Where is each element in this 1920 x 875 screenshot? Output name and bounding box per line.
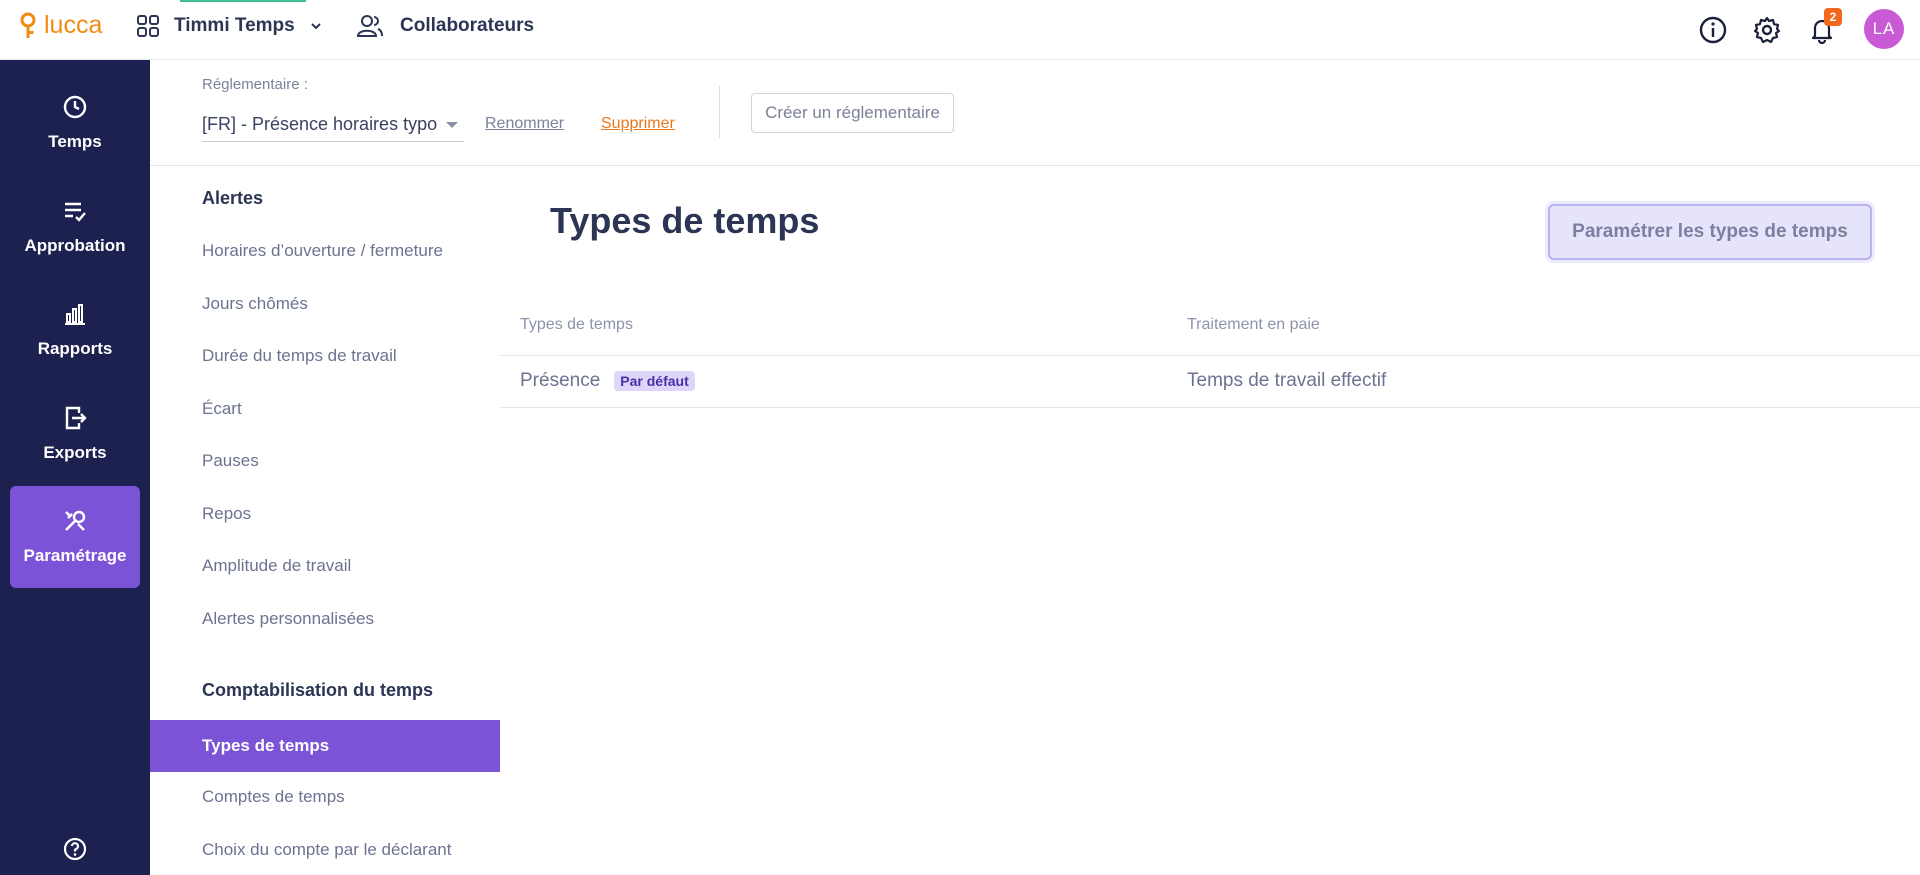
settings-button[interactable]: [1751, 14, 1783, 46]
tools-icon: [65, 510, 86, 531]
time-type-name: Présence: [520, 370, 601, 391]
regulation-select[interactable]: [FR] - Présence horaires typo: [202, 108, 464, 142]
time-types-table: Types de temps Traitement en paie Présen…: [500, 306, 1920, 408]
nav-item-parametrage[interactable]: Paramétrage: [10, 486, 140, 588]
table-header-row: Types de temps Traitement en paie: [500, 306, 1920, 356]
submenu-item-work-duration[interactable]: Durée du temps de travail: [202, 346, 397, 366]
side-navigation: Temps Approbation Rapports Exports Param…: [0, 60, 150, 875]
nav-label-approbation: Approbation: [24, 236, 126, 255]
clock-icon: [63, 95, 87, 119]
info-button[interactable]: [1697, 14, 1729, 46]
section-title-accounting: Comptabilisation du temps: [202, 680, 434, 700]
submenu-item-time-types[interactable]: Types de temps: [150, 720, 500, 772]
delete-link[interactable]: Supprimer: [601, 115, 675, 133]
column-header-payroll-treatment: Traitement en paie: [1187, 316, 1320, 333]
logo-text: lucca: [44, 11, 103, 39]
default-badge: Par défaut: [614, 371, 695, 391]
cell-time-type: Présence Par défaut: [520, 370, 695, 392]
settings-submenu: Alertes Horaires d’ouverture / fermeture…: [150, 166, 500, 875]
table-row[interactable]: Présence Par défaut Temps de travail eff…: [500, 356, 1920, 408]
nav-item-approbation[interactable]: Approbation: [10, 176, 140, 278]
rename-link[interactable]: Renommer: [485, 115, 564, 133]
submenu-item-rest[interactable]: Repos: [202, 504, 251, 524]
gear-icon: [1753, 16, 1781, 44]
help-button[interactable]: [59, 833, 91, 865]
regulation-header: Réglementaire : [FR] - Présence horaires…: [150, 60, 1920, 166]
page-title: Types de temps: [550, 200, 820, 241]
collaborators-label: Collaborateurs: [400, 15, 535, 36]
nav-item-temps[interactable]: Temps: [10, 72, 140, 174]
column-header-time-types: Types de temps: [520, 316, 633, 333]
notification-badge: 2: [1824, 8, 1842, 26]
submenu-item-custom-alerts[interactable]: Alertes personnalisées: [202, 609, 374, 629]
info-icon: [1699, 16, 1727, 44]
nav-label-rapports: Rapports: [37, 339, 113, 358]
collaborators-link[interactable]: Collaborateurs: [356, 14, 534, 38]
lucca-logo[interactable]: lucca: [18, 11, 102, 40]
nav-label-exports: Exports: [43, 443, 107, 462]
chevron-down-icon: [311, 23, 321, 30]
users-icon: [356, 15, 383, 37]
nav-item-rapports[interactable]: Rapports: [10, 279, 140, 381]
top-bar: lucca Timmi Temps Collaborateurs 2 LA: [0, 0, 1920, 60]
submenu-item-account-choice[interactable]: Choix du compte par le déclarant: [202, 840, 451, 860]
app-name: Timmi Temps: [174, 15, 295, 36]
regulation-caption: Réglementaire :: [202, 76, 308, 93]
submenu-item-time-accounts[interactable]: Comptes de temps: [202, 787, 345, 807]
cell-payroll-treatment: Temps de travail effectif: [1187, 370, 1387, 391]
export-icon: [65, 406, 87, 430]
submenu-item-work-amplitude[interactable]: Amplitude de travail: [202, 556, 351, 576]
create-regulation-button[interactable]: Créer un réglementaire: [751, 93, 954, 133]
checklist-icon: [65, 202, 86, 222]
divider: [719, 86, 720, 138]
nav-label-parametrage: Paramétrage: [23, 546, 127, 565]
lucca-logo-icon: [20, 12, 36, 38]
section-title-alerts: Alertes: [202, 188, 264, 208]
active-app-indicator: [180, 0, 306, 2]
submenu-item-breaks[interactable]: Pauses: [202, 451, 259, 471]
help-icon: [63, 837, 87, 861]
app-switcher[interactable]: Timmi Temps: [136, 14, 323, 38]
regulation-select-value: [FR] - Présence horaires typo: [202, 114, 438, 134]
user-avatar[interactable]: LA: [1864, 9, 1904, 49]
submenu-item-opening-hours[interactable]: Horaires d’ouverture / fermeture: [202, 241, 443, 261]
configure-time-types-button[interactable]: Paramétrer les types de temps: [1548, 204, 1872, 260]
bar-chart-icon: [65, 304, 85, 325]
submenu-item-gap[interactable]: Écart: [202, 399, 242, 419]
nav-item-exports[interactable]: Exports: [10, 383, 140, 485]
caret-down-icon: [446, 122, 458, 128]
nav-label-temps: Temps: [48, 132, 102, 151]
submenu-item-time-types-label: Types de temps: [202, 736, 330, 755]
submenu-item-days-off[interactable]: Jours chômés: [202, 294, 308, 314]
apps-grid-icon: [137, 15, 159, 37]
